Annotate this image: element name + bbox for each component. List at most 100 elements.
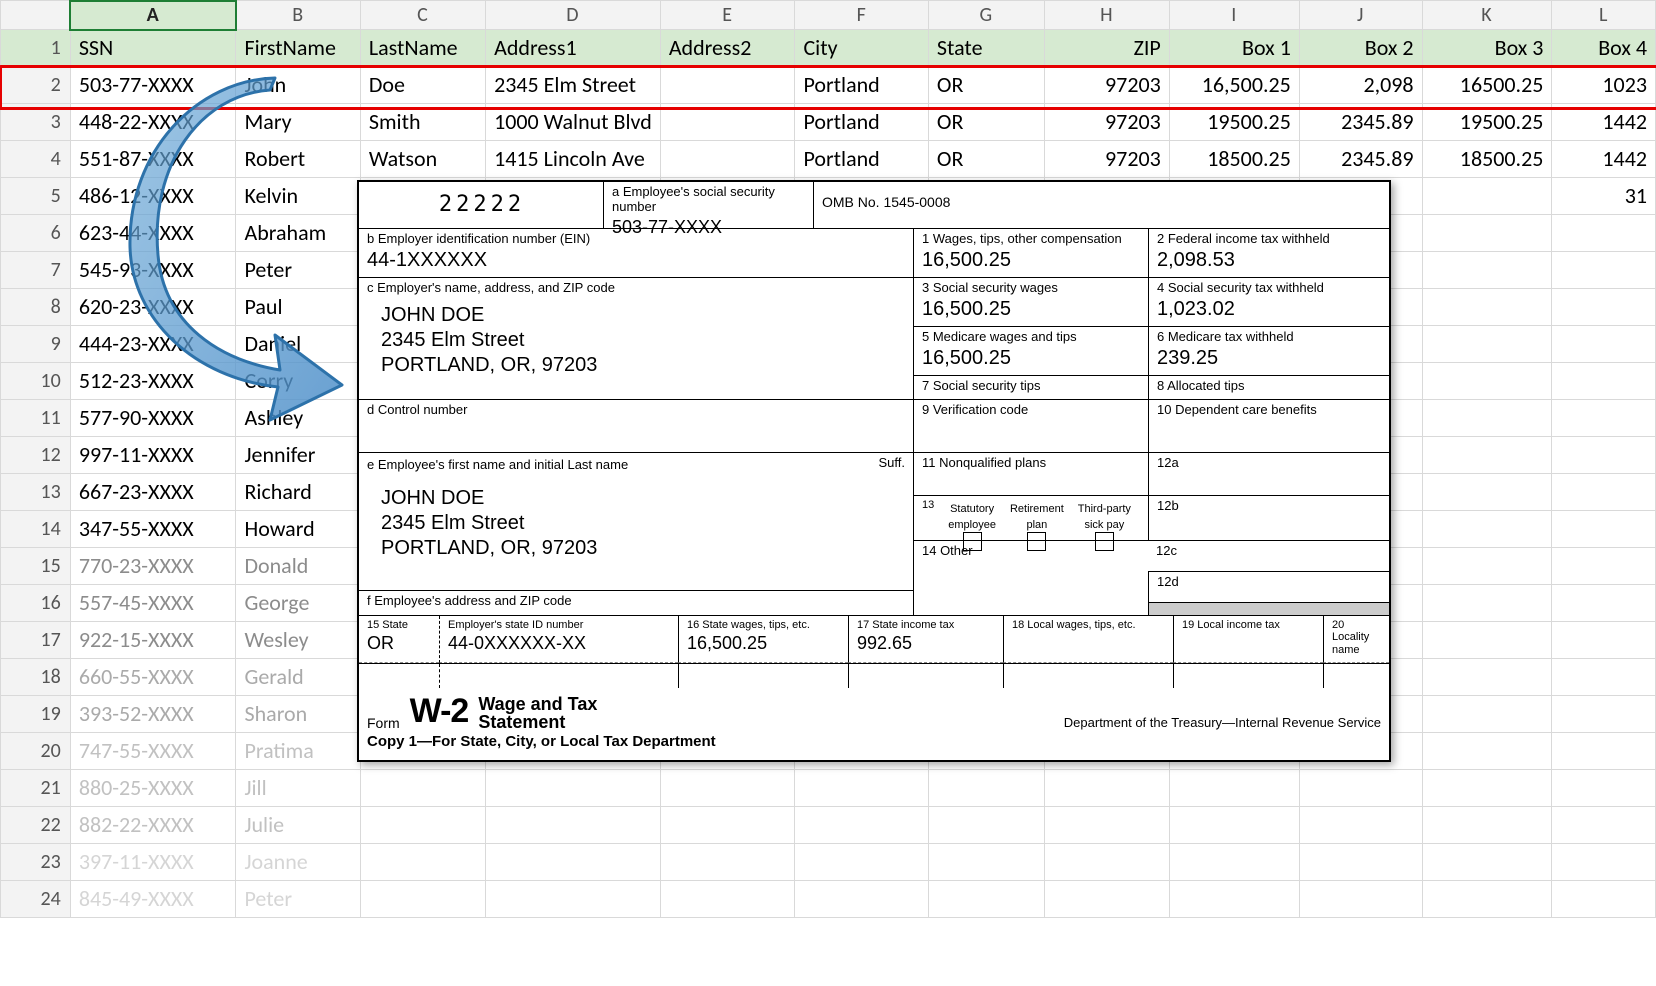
cell[interactable]: 97203: [1044, 67, 1169, 104]
cell[interactable]: Daniel: [236, 326, 360, 363]
row-header[interactable]: 9: [1, 326, 71, 363]
cell[interactable]: 660-55-XXXX: [70, 659, 236, 696]
row-header[interactable]: 23: [1, 844, 71, 881]
cell[interactable]: [1552, 622, 1656, 659]
row-header[interactable]: 14: [1, 511, 71, 548]
row-header[interactable]: 20: [1, 733, 71, 770]
row-header[interactable]: 16: [1, 585, 71, 622]
cell[interactable]: Corry: [236, 363, 360, 400]
field-header-cell[interactable]: City: [795, 30, 928, 67]
row-header[interactable]: 5: [1, 178, 71, 215]
cell[interactable]: 97203: [1044, 141, 1169, 178]
cell[interactable]: [1169, 770, 1299, 807]
cell[interactable]: George: [236, 585, 360, 622]
row-header[interactable]: 17: [1, 622, 71, 659]
cell[interactable]: 997-11-XXXX: [70, 437, 236, 474]
cell[interactable]: Ashley: [236, 400, 360, 437]
row-header[interactable]: 10: [1, 363, 71, 400]
cell[interactable]: 545-93-XXXX: [70, 252, 236, 289]
cell[interactable]: [486, 844, 661, 881]
cell[interactable]: [660, 844, 795, 881]
cell[interactable]: [1552, 511, 1656, 548]
cell[interactable]: Sharon: [236, 696, 360, 733]
cell[interactable]: [1299, 844, 1422, 881]
cell[interactable]: 1442: [1552, 141, 1656, 178]
cell[interactable]: 620-23-XXXX: [70, 289, 236, 326]
cell[interactable]: [1552, 733, 1656, 770]
cell[interactable]: 31: [1552, 178, 1656, 215]
cell[interactable]: 845-49-XXXX: [70, 881, 236, 918]
cell[interactable]: 512-23-XXXX: [70, 363, 236, 400]
cell[interactable]: [1552, 326, 1656, 363]
cell[interactable]: OR: [928, 141, 1044, 178]
cell[interactable]: 16500.25: [1422, 67, 1552, 104]
cell[interactable]: Portland: [795, 141, 928, 178]
cell[interactable]: Portland: [795, 67, 928, 104]
cell[interactable]: 623-44-XXXX: [70, 215, 236, 252]
cell[interactable]: Pratima: [236, 733, 360, 770]
row-header[interactable]: 15: [1, 548, 71, 585]
cell[interactable]: [795, 844, 928, 881]
table-row[interactable]: 22882-22-XXXXJulie: [1, 807, 1656, 844]
cell[interactable]: 16,500.25: [1169, 67, 1299, 104]
row-header[interactable]: 18: [1, 659, 71, 696]
cell[interactable]: [1169, 844, 1299, 881]
field-header-cell[interactable]: Box 1: [1169, 30, 1299, 67]
cell[interactable]: John: [236, 67, 360, 104]
row-header[interactable]: 22: [1, 807, 71, 844]
cell[interactable]: Kelvin: [236, 178, 360, 215]
cell[interactable]: [1552, 363, 1656, 400]
col-header-J[interactable]: J: [1299, 1, 1422, 30]
cell[interactable]: [1422, 770, 1552, 807]
cell[interactable]: 2345.89: [1299, 141, 1422, 178]
cell[interactable]: 770-23-XXXX: [70, 548, 236, 585]
cell[interactable]: Donald: [236, 548, 360, 585]
cell[interactable]: [1422, 215, 1552, 252]
cell[interactable]: 1442: [1552, 104, 1656, 141]
cell[interactable]: 347-55-XXXX: [70, 511, 236, 548]
cell[interactable]: [486, 770, 661, 807]
col-header-K[interactable]: K: [1422, 1, 1552, 30]
cell[interactable]: Richard: [236, 474, 360, 511]
cell[interactable]: [1422, 696, 1552, 733]
row-header[interactable]: 13: [1, 474, 71, 511]
cell[interactable]: 2345.89: [1299, 104, 1422, 141]
field-header-cell[interactable]: FirstName: [236, 30, 360, 67]
cell[interactable]: [1552, 585, 1656, 622]
cell[interactable]: [1552, 400, 1656, 437]
cell[interactable]: Howard: [236, 511, 360, 548]
col-header-F[interactable]: F: [795, 1, 928, 30]
cell[interactable]: [486, 807, 661, 844]
col-header-I[interactable]: I: [1169, 1, 1299, 30]
table-row[interactable]: 21880-25-XXXXJill: [1, 770, 1656, 807]
cell[interactable]: Portland: [795, 104, 928, 141]
column-headers[interactable]: ABCDEFGHIJKL: [1, 1, 1656, 30]
cell[interactable]: Peter: [236, 881, 360, 918]
cell[interactable]: [1552, 548, 1656, 585]
table-row[interactable]: 4551-87-XXXXRobertWatson1415 Lincoln Ave…: [1, 141, 1656, 178]
cell[interactable]: [795, 770, 928, 807]
row-header[interactable]: 19: [1, 696, 71, 733]
cell[interactable]: 882-22-XXXX: [70, 807, 236, 844]
cell[interactable]: [1552, 289, 1656, 326]
cell[interactable]: 444-23-XXXX: [70, 326, 236, 363]
cell[interactable]: [360, 844, 485, 881]
cell[interactable]: [660, 104, 795, 141]
field-header-cell[interactable]: LastName: [360, 30, 485, 67]
cell[interactable]: [1044, 881, 1169, 918]
table-row[interactable]: 3448-22-XXXXMarySmith1000 Walnut BlvdPor…: [1, 104, 1656, 141]
cell[interactable]: [1044, 770, 1169, 807]
cell[interactable]: 747-55-XXXX: [70, 733, 236, 770]
cell[interactable]: 97203: [1044, 104, 1169, 141]
cell[interactable]: 486-12-XXXX: [70, 178, 236, 215]
table-row[interactable]: 24845-49-XXXXPeter: [1, 881, 1656, 918]
cell[interactable]: OR: [928, 104, 1044, 141]
cell[interactable]: [1552, 474, 1656, 511]
field-header-cell[interactable]: SSN: [70, 30, 236, 67]
cell[interactable]: Julie: [236, 807, 360, 844]
cell[interactable]: [1422, 437, 1552, 474]
cell[interactable]: [1552, 437, 1656, 474]
field-header-cell[interactable]: State: [928, 30, 1044, 67]
field-header-cell[interactable]: Box 2: [1299, 30, 1422, 67]
cell[interactable]: Smith: [360, 104, 485, 141]
